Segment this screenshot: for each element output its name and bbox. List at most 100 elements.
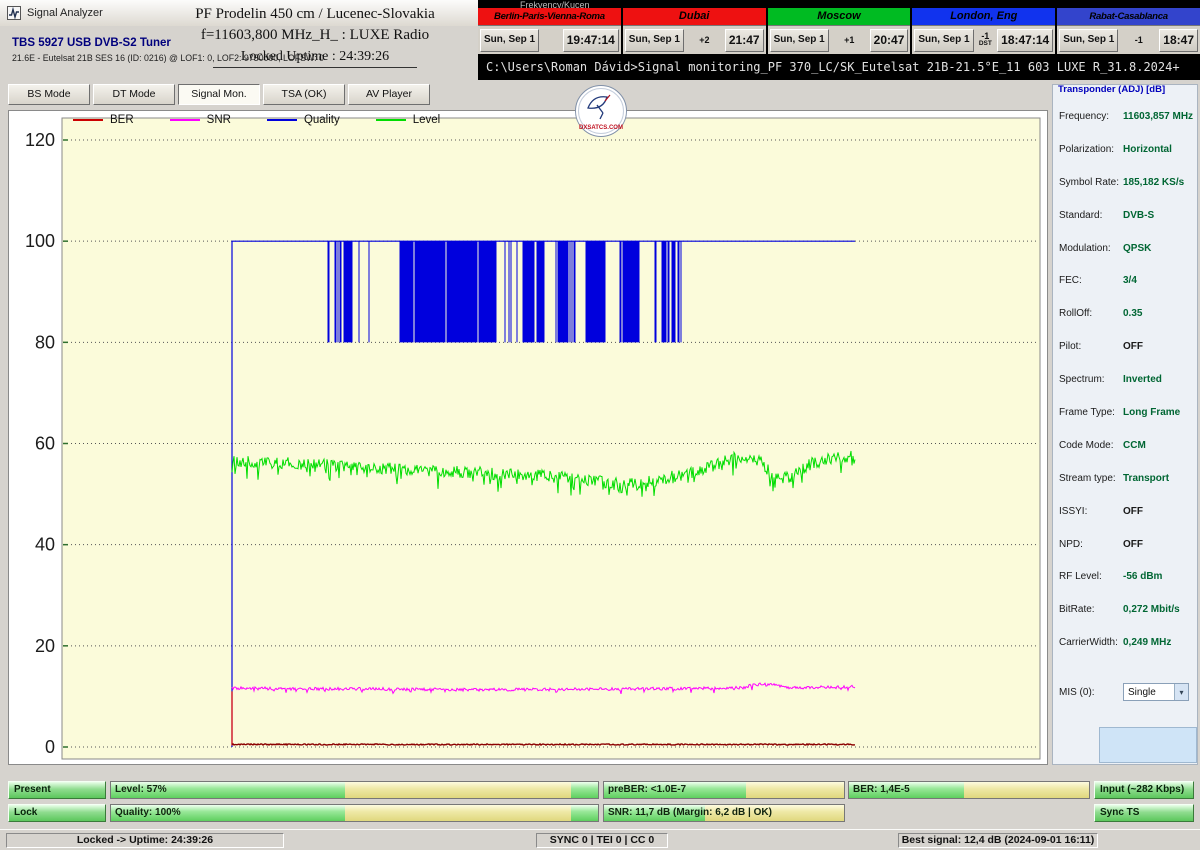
svg-text:80: 80: [35, 332, 55, 352]
tp-label: RollOff:: [1059, 308, 1123, 319]
clock-time: 20:47: [870, 29, 909, 52]
clock-col-berlin-paris-vienna-roma: Berlin-Paris-Vienna-RomaSun, Sep 119:47:…: [478, 8, 621, 54]
chart-legend: BERSNRQualityLevel: [73, 114, 440, 126]
tp-row-standard: Standard:DVB-S: [1059, 199, 1195, 232]
site-header: PF Prodelin 450 cm / Lucenec-Slovakia f=…: [150, 6, 480, 68]
mis-row: MIS (0): Single ▾: [1059, 683, 1193, 701]
tp-row-bitrate: BitRate:0,272 Mbit/s: [1059, 593, 1195, 626]
preber-progress-text: preBER: <1.0E-7: [608, 782, 686, 798]
legend-item-level: Level: [376, 114, 441, 126]
tp-row-rf-level: RF Level:-56 dBm: [1059, 560, 1195, 593]
tp-value: -56 dBm: [1123, 571, 1195, 582]
tp-label: Code Mode:: [1059, 440, 1123, 451]
clock-date: Sun, Sep 1: [480, 29, 539, 52]
tp-label: Spectrum:: [1059, 374, 1123, 385]
progress-rest: [964, 782, 1089, 798]
tab-dt-mode[interactable]: DT Mode: [93, 84, 175, 105]
progress-cap: [571, 805, 598, 821]
progress-rest: [746, 782, 844, 798]
site-frequency-service: f=11603,800 MHz_H_ : LUXE Radio: [150, 27, 480, 44]
clock-utc-offset: +1: [844, 36, 854, 45]
clock-col-moscow: MoscowSun, Sep 1+120:47: [768, 8, 911, 54]
statusbar-best-signal: Best signal: 12,4 dB (2024-09-01 16:11): [898, 833, 1098, 848]
clock-time: 18:47: [1159, 29, 1198, 52]
quality-progress-text: Quality: 100%: [115, 805, 181, 821]
tp-label: NPD:: [1059, 539, 1123, 550]
signal-chart: 020406080100120: [9, 111, 1047, 764]
tp-label: Pilot:: [1059, 341, 1123, 352]
svg-text:40: 40: [35, 535, 55, 555]
tab-av-player[interactable]: AV Player: [348, 84, 430, 105]
tab-tsa-ok[interactable]: TSA (OK): [263, 84, 345, 105]
tp-row-carrierwidth: CarrierWidth:0,249 MHz: [1059, 626, 1195, 659]
tp-row-rolloff: RollOff:0.35: [1059, 297, 1195, 330]
tp-value: 185,182 KS/s: [1123, 177, 1195, 188]
mis-select[interactable]: Single ▾: [1123, 683, 1189, 701]
tp-label: CarrierWidth:: [1059, 637, 1123, 648]
legend-swatch: [267, 119, 297, 121]
tp-value: Horizontal: [1123, 144, 1195, 155]
tp-label: RF Level:: [1059, 571, 1123, 582]
clock-columns: Berlin-Paris-Vienna-RomaSun, Sep 119:47:…: [478, 8, 1200, 54]
terminal-prompt-line: C:\Users\Roman Dávid>Signal monitoring_P…: [486, 60, 1180, 74]
clock-date: Sun, Sep 1: [625, 29, 684, 52]
input-rate-indicator: Input (~282 Kbps): [1094, 781, 1194, 799]
legend-swatch: [170, 119, 200, 121]
tp-row-pilot: Pilot:OFF: [1059, 330, 1195, 363]
tp-label: Modulation:: [1059, 243, 1123, 254]
tp-row-modulation: Modulation:QPSK: [1059, 232, 1195, 265]
tp-value: DVB-S: [1123, 210, 1195, 221]
tp-value: OFF: [1123, 506, 1195, 517]
clock-utc-offset: +2: [699, 36, 709, 45]
tp-label: Symbol Rate:: [1059, 177, 1123, 188]
tp-value: Long Frame: [1123, 407, 1195, 418]
tab-bs-mode[interactable]: BS Mode: [8, 84, 90, 105]
offset-value: -1: [1135, 36, 1143, 45]
legend-swatch: [376, 119, 406, 121]
clock-window-title-fragment: Frekvency/Kucen: [478, 0, 1200, 8]
clock-utc-offset: -1: [1135, 36, 1143, 45]
tp-label: Frequency:: [1059, 111, 1123, 122]
tp-value: 11603,857 MHz: [1123, 111, 1195, 122]
mis-label: MIS (0):: [1059, 687, 1123, 698]
tp-label: Standard:: [1059, 210, 1123, 221]
tp-label: Stream type:: [1059, 473, 1123, 484]
clock-col-london-eng: London, EngSun, Sep 1-1DST18:47:14: [912, 8, 1055, 54]
tp-value: 0,272 Mbit/s: [1123, 604, 1195, 615]
dxsatcs-logo: DXSATCS.COM: [574, 84, 628, 138]
clock-col-dubai: Dubai Sun, Sep 1 +2 21:47: [623, 8, 766, 54]
clock-city-name: Dubai: [623, 8, 766, 25]
tp-label: Frame Type:: [1059, 407, 1123, 418]
tab-signal-mon[interactable]: Signal Mon.: [178, 84, 260, 105]
terminal-window[interactable]: C:\Users\Roman Dávid>Signal monitoring_P…: [478, 54, 1200, 80]
clock-time: 21:47: [725, 29, 764, 52]
mis-selected-value: Single: [1128, 687, 1156, 698]
logo-text: DXSATCS.COM: [579, 125, 623, 131]
legend-label: Quality: [304, 114, 340, 126]
statusbar-lock-uptime: Locked -> Uptime: 24:39:26: [6, 833, 284, 848]
level-progress-text: Level: 57%: [115, 782, 167, 798]
tp-row-frame-type: Frame Type:Long Frame: [1059, 396, 1195, 429]
app-icon: [7, 6, 21, 20]
snr-progress-text: SNR: 11,7 dB (Margin: 6,2 dB | OK): [608, 805, 772, 821]
clock-city-name: London, Eng: [912, 8, 1055, 25]
clock-col-rabat-casablanca: Rabat-CasablancaSun, Sep 1-118:47: [1057, 8, 1200, 54]
tp-value: OFF: [1123, 341, 1195, 352]
statusbar-sync-counters: SYNC 0 | TEI 0 | CC 0: [536, 833, 668, 848]
legend-label: Level: [413, 114, 441, 126]
legend-label: BER: [110, 114, 134, 126]
clock-city-name: Berlin-Paris-Vienna-Roma: [478, 8, 621, 25]
tp-value: CCM: [1123, 440, 1195, 451]
legend-item-quality: Quality: [267, 114, 340, 126]
svg-text:0: 0: [45, 737, 55, 757]
tp-row-fec: FEC:3/4: [1059, 264, 1195, 297]
tp-label: Polarization:: [1059, 144, 1123, 155]
chevron-down-icon: ▾: [1174, 684, 1188, 700]
transponder-header: Transponder (ADJ) [dB]: [1053, 84, 1197, 95]
site-dish-location: PF Prodelin 450 cm / Lucenec-Slovakia: [150, 6, 480, 23]
window-title: Signal Analyzer: [27, 7, 103, 19]
clock-date: Sun, Sep 1: [770, 29, 829, 52]
world-clock-panel: Frekvency/Kucen Berlin-Paris-Vienna-Roma…: [478, 0, 1200, 54]
tp-row-polarization: Polarization:Horizontal: [1059, 133, 1195, 166]
side-footer-box: [1099, 727, 1197, 763]
